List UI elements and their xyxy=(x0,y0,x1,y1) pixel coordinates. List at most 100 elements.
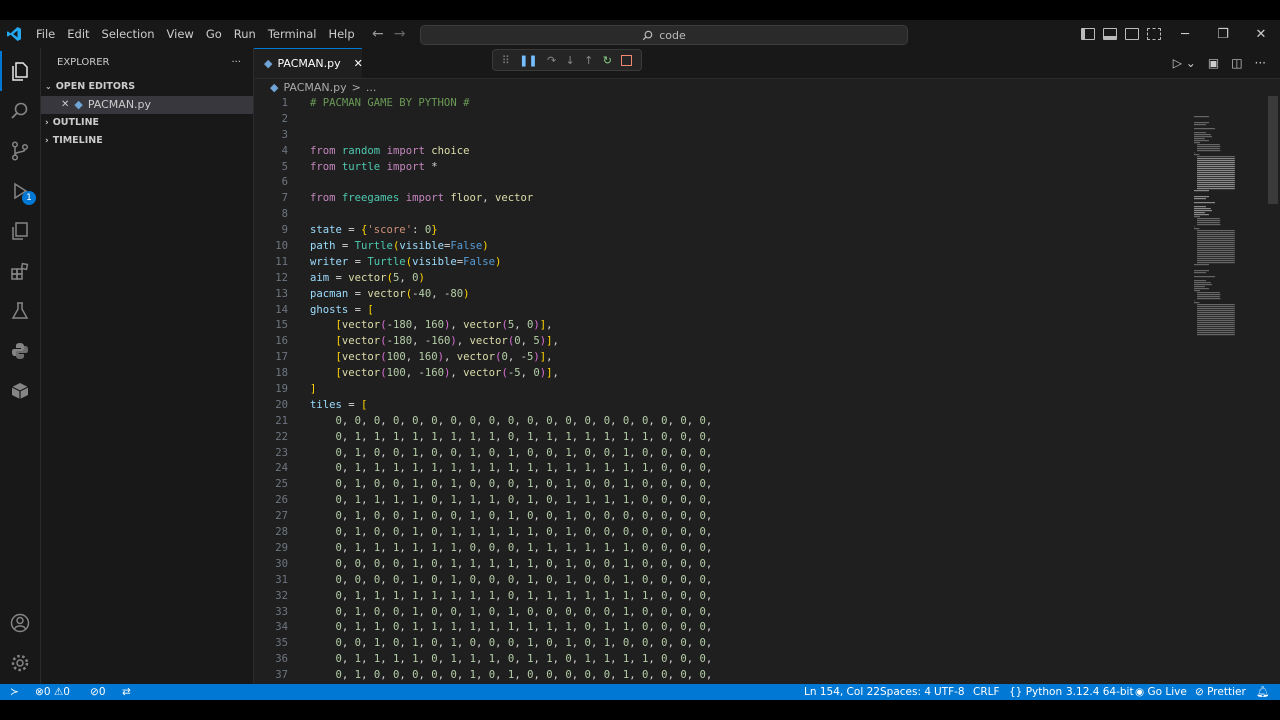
code-line[interactable]: 13 pacman = vector(-40, -80) xyxy=(254,287,1190,303)
code-line[interactable]: 12 aim = vector(5, 0) xyxy=(254,271,1190,287)
menu-go[interactable]: Go xyxy=(200,20,228,48)
code-line[interactable]: 16 [vector(-180, -160), vector(0, 5)], xyxy=(254,334,1190,350)
code-line[interactable]: 4 from random import choice xyxy=(254,144,1190,160)
code-line[interactable]: 31 0, 0, 0, 0, 1, 0, 1, 0, 0, 0, 1, 0, 1… xyxy=(254,573,1190,589)
go-live-button[interactable]: ◉ Go Live xyxy=(1135,684,1187,700)
forward-arrow-icon[interactable]: → xyxy=(394,26,406,42)
code-line[interactable]: 32 0, 1, 1, 1, 1, 1, 1, 1, 1, 0, 1, 1, 1… xyxy=(254,589,1190,605)
open-editors-section[interactable]: ⌄ OPEN EDITORS xyxy=(41,78,253,96)
code-editor[interactable]: 1 # PACMAN GAME BY PYTHON #2 3 4 from random… xyxy=(254,96,1190,682)
run-and-debug-icon[interactable]: 1 xyxy=(8,179,36,205)
code-line[interactable]: 33 0, 1, 0, 0, 1, 0, 0, 1, 0, 1, 0, 0, 0… xyxy=(254,605,1190,621)
outline-section[interactable]: › OUTLINE xyxy=(41,114,253,132)
testing-icon[interactable] xyxy=(8,299,32,323)
search-icon[interactable] xyxy=(8,99,32,123)
run-python-file-icon[interactable]: ▷ ⌄ xyxy=(1173,56,1196,70)
pause-icon[interactable]: ❚❚ xyxy=(519,54,537,67)
stop-icon[interactable] xyxy=(621,54,633,66)
close-window-icon[interactable]: ✕ xyxy=(1242,20,1280,48)
code-line[interactable]: 20 tiles = [ xyxy=(254,398,1190,414)
code-line[interactable]: 10 path = Turtle(visible=False) xyxy=(254,239,1190,255)
code-line[interactable]: 28 0, 1, 0, 0, 1, 0, 1, 1, 1, 1, 1, 0, 1… xyxy=(254,525,1190,541)
source-control-icon[interactable] xyxy=(8,139,32,163)
code-line[interactable]: 26 0, 1, 1, 1, 1, 0, 1, 1, 1, 0, 1, 0, 1… xyxy=(254,493,1190,509)
code-line[interactable]: 3 xyxy=(254,128,1190,144)
menu-file[interactable]: File xyxy=(30,20,61,48)
remote-indicator-icon[interactable]: ≻ xyxy=(10,684,19,700)
code-line[interactable]: 11 writer = Turtle(visible=False) xyxy=(254,255,1190,271)
code-line[interactable]: 8 xyxy=(254,207,1190,223)
code-line[interactable]: 37 0, 1, 0, 0, 0, 0, 0, 1, 0, 1, 0, 0, 0… xyxy=(254,668,1190,682)
code-line[interactable]: 18 [vector(100, -160), vector(-5, 0)], xyxy=(254,366,1190,382)
toggle-secondary-sidebar-icon[interactable] xyxy=(1125,28,1139,40)
remote-explorer-icon[interactable] xyxy=(8,219,32,243)
notifications-bell-icon[interactable]: 🔔︎ xyxy=(1256,684,1269,700)
more-actions-icon[interactable]: ··· xyxy=(1255,56,1266,70)
packages-icon[interactable] xyxy=(8,379,32,403)
back-arrow-icon[interactable]: ← xyxy=(372,26,384,42)
minimize-icon[interactable]: ─ xyxy=(1166,20,1204,48)
code-line[interactable]: 9 state = {'score': 0} xyxy=(254,223,1190,239)
code-line[interactable]: 30 0, 0, 0, 0, 1, 0, 1, 1, 1, 1, 1, 0, 1… xyxy=(254,557,1190,573)
open-editor-item[interactable]: ✕ ◆ PACMAN.py xyxy=(41,96,253,114)
more-actions-icon[interactable]: ··· xyxy=(231,48,241,78)
code-line[interactable]: 6 xyxy=(254,175,1190,191)
code-line[interactable]: 24 0, 1, 1, 1, 1, 1, 1, 1, 1, 1, 1, 1, 1… xyxy=(254,461,1190,477)
code-line[interactable]: 25 0, 1, 0, 0, 1, 0, 1, 0, 0, 0, 1, 0, 1… xyxy=(254,477,1190,493)
menu-terminal[interactable]: Terminal xyxy=(262,20,323,48)
split-editor-icon[interactable]: ◫ xyxy=(1231,56,1242,70)
explorer-icon[interactable] xyxy=(0,51,32,91)
restart-icon[interactable]: ↻ xyxy=(603,54,612,67)
code-line[interactable]: 15 [vector(-180, 160), vector(5, 0)], xyxy=(254,318,1190,334)
encoding[interactable]: UTF-8 xyxy=(934,684,965,700)
menu-run[interactable]: Run xyxy=(228,20,262,48)
live-preview-icon[interactable]: ▣ xyxy=(1208,56,1219,70)
live-share-icon[interactable]: ⇄ xyxy=(122,684,131,700)
menu-edit[interactable]: Edit xyxy=(61,20,95,48)
command-center[interactable]: code xyxy=(420,25,908,45)
close-editor-icon[interactable]: ✕ xyxy=(61,96,69,114)
prettier-button[interactable]: ⊘ Prettier xyxy=(1195,684,1246,700)
problems-indicator[interactable]: ⊗0 ⚠0 xyxy=(35,684,70,700)
code-line[interactable]: 22 0, 1, 1, 1, 1, 1, 1, 1, 1, 0, 1, 1, 1… xyxy=(254,430,1190,446)
tab-pacman[interactable]: ◆ PACMAN.py ✕ xyxy=(254,48,363,78)
line-ending[interactable]: CRLF xyxy=(973,684,1000,700)
menu-view[interactable]: View xyxy=(161,20,200,48)
menu-selection[interactable]: Selection xyxy=(96,20,161,48)
toggle-primary-sidebar-icon[interactable] xyxy=(1081,28,1095,40)
code-line[interactable]: 17 [vector(100, 160), vector(0, -5)], xyxy=(254,350,1190,366)
restore-icon[interactable]: ❐ xyxy=(1204,20,1242,48)
customize-layout-icon[interactable] xyxy=(1147,28,1161,40)
accounts-icon[interactable] xyxy=(8,611,32,635)
code-line[interactable]: 36 0, 1, 1, 1, 1, 0, 1, 1, 1, 0, 1, 1, 0… xyxy=(254,652,1190,668)
breadcrumb-rest[interactable]: ... xyxy=(366,79,377,97)
step-into-icon[interactable]: ↓ xyxy=(566,54,575,67)
code-line[interactable]: 35 0, 0, 1, 0, 1, 0, 1, 0, 0, 0, 1, 0, 1… xyxy=(254,636,1190,652)
indentation[interactable]: Spaces: 4 xyxy=(880,684,931,700)
python-icon[interactable] xyxy=(8,339,32,363)
code-line[interactable]: 5 from turtle import * xyxy=(254,160,1190,176)
language-mode[interactable]: {} Python xyxy=(1009,684,1062,700)
step-out-icon[interactable]: ↑ xyxy=(584,54,593,67)
ports-indicator[interactable]: ⊘0 xyxy=(90,684,106,700)
code-line[interactable]: 21 0, 0, 0, 0, 0, 0, 0, 0, 0, 0, 0, 0, 0… xyxy=(254,414,1190,430)
menu-help[interactable]: Help xyxy=(322,20,360,48)
code-line[interactable]: 23 0, 1, 0, 0, 1, 0, 0, 1, 0, 1, 0, 0, 1… xyxy=(254,446,1190,462)
minimap[interactable] xyxy=(1190,96,1266,682)
breadcrumb-file[interactable]: PACMAN.py xyxy=(283,79,346,97)
drag-handle-icon[interactable]: ⠿ xyxy=(502,54,510,67)
code-line[interactable]: 29 0, 1, 1, 1, 1, 1, 1, 0, 0, 0, 1, 1, 1… xyxy=(254,541,1190,557)
code-line[interactable]: 14 ghosts = [ xyxy=(254,303,1190,319)
extensions-icon[interactable] xyxy=(8,259,32,283)
code-line[interactable]: 19] xyxy=(254,382,1190,398)
cursor-position[interactable]: Ln 154, Col 22 xyxy=(804,684,880,700)
code-line[interactable]: 27 0, 1, 0, 0, 1, 0, 0, 1, 0, 1, 0, 0, 1… xyxy=(254,509,1190,525)
step-over-icon[interactable]: ↷ xyxy=(547,54,556,67)
timeline-section[interactable]: › TIMELINE xyxy=(41,132,253,150)
code-line[interactable]: 1 # PACMAN GAME BY PYTHON # xyxy=(254,96,1190,112)
close-tab-icon[interactable]: ✕ xyxy=(354,57,363,70)
code-line[interactable]: 7 from freegames import floor, vector xyxy=(254,191,1190,207)
python-interpreter[interactable]: 3.12.4 64-bit xyxy=(1066,684,1134,700)
toggle-panel-icon[interactable] xyxy=(1103,28,1117,40)
code-line[interactable]: 2 xyxy=(254,112,1190,128)
